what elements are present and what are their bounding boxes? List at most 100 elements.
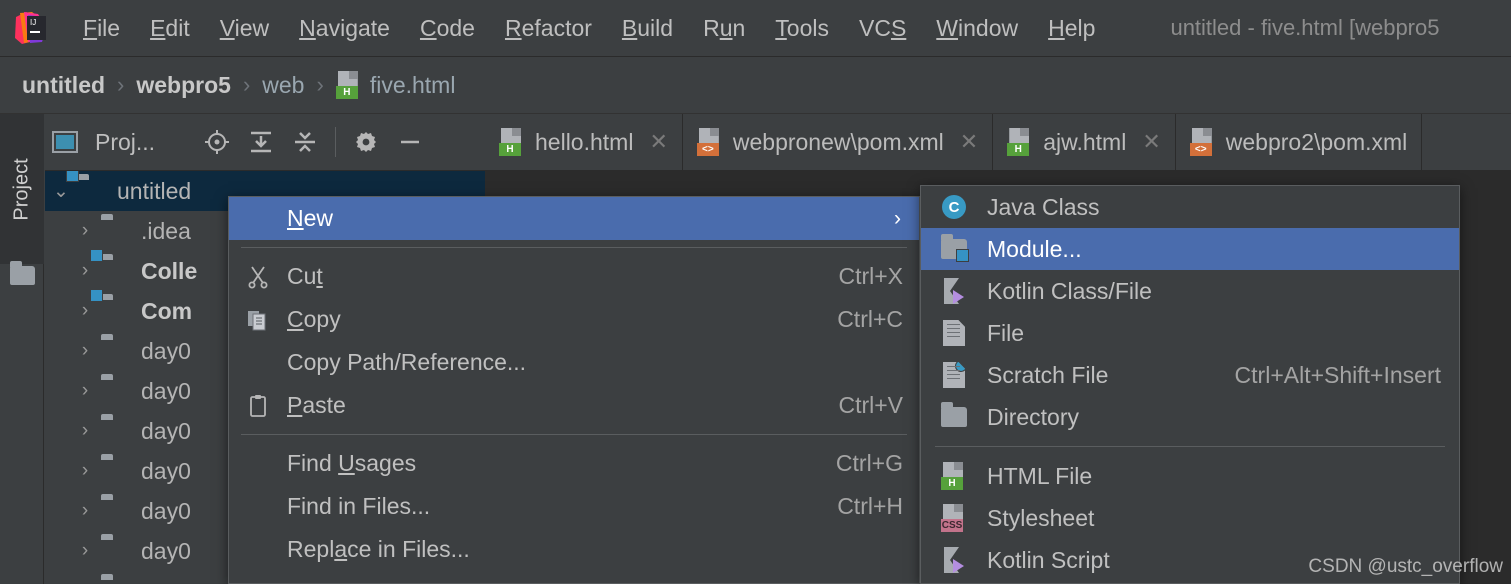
- context-menu-item-label: Find in Files...: [287, 493, 431, 519]
- menu-build[interactable]: Build: [607, 0, 688, 57]
- menu-divider: [241, 434, 907, 435]
- editor-tab-webpro2-pom-xml[interactable]: <> webpro2\pom.xml: [1176, 114, 1423, 170]
- tree-item-label: day0: [141, 337, 191, 364]
- chevron-right-icon[interactable]: ›: [69, 420, 101, 442]
- folder-icon: [101, 219, 131, 243]
- editor-tab-label: ajw.html: [1043, 128, 1127, 155]
- submenu-item-kotlin-class-file[interactable]: Kotlin Class/File: [921, 270, 1459, 312]
- chevron-right-icon[interactable]: ›: [69, 460, 101, 482]
- tree-item-label: day0: [141, 497, 191, 524]
- submenu-item-file[interactable]: File: [921, 312, 1459, 354]
- svg-text:IJ: IJ: [30, 18, 36, 27]
- menu-navigate[interactable]: Navigate: [284, 0, 405, 57]
- menu-view[interactable]: View: [205, 0, 284, 57]
- context-menu-item-cut[interactable]: Cut Ctrl+X: [229, 255, 919, 298]
- context-menu-item-paste[interactable]: Paste Ctrl+V: [229, 384, 919, 427]
- tree-item-label: day0: [141, 377, 191, 404]
- menu-help[interactable]: Help: [1033, 0, 1110, 57]
- xml-file-icon: <>: [696, 128, 723, 156]
- submenu-item-stylesheet[interactable]: CSS Stylesheet: [921, 497, 1459, 539]
- chevron-right-icon[interactable]: ›: [69, 540, 101, 562]
- tree-item-label: Colle: [141, 257, 198, 284]
- folder-icon: [101, 499, 131, 523]
- menu-divider: [241, 247, 907, 248]
- context-menu-item-find-usages[interactable]: Find Usages Ctrl+G: [229, 442, 919, 485]
- chevron-down-icon[interactable]: ⌄: [45, 180, 77, 203]
- watermark: CSDN @ustc_overflow: [1308, 556, 1503, 577]
- context-menu-item-replace-in-files[interactable]: Replace in Files...: [229, 528, 919, 571]
- editor-tab-hello-html[interactable]: H hello.html ✕: [485, 114, 683, 170]
- menu-file[interactable]: File: [68, 0, 135, 57]
- chevron-right-icon[interactable]: ›: [69, 300, 101, 322]
- folder-icon: [101, 339, 131, 363]
- html-file-icon: H: [921, 462, 987, 490]
- context-menu-item-find-in-files[interactable]: Find in Files... Ctrl+H: [229, 485, 919, 528]
- folder-icon: [921, 402, 987, 427]
- tree-item-label: day0: [141, 537, 191, 564]
- tree-item-label: Com: [141, 297, 193, 324]
- folder-icon[interactable]: [10, 261, 35, 286]
- submenu-item-label: Kotlin Class/File: [987, 277, 1152, 304]
- tree-item-label: day0: [141, 417, 191, 444]
- tree-item-label: untitled: [117, 177, 192, 204]
- css-file-icon: CSS: [921, 504, 987, 532]
- expand-all-icon[interactable]: [239, 120, 283, 164]
- submenu-item-scratch-file[interactable]: Scratch File Ctrl+Alt+Shift+Insert: [921, 354, 1459, 396]
- menu-refactor[interactable]: Refactor: [490, 0, 607, 57]
- tool-window-strip: Project: [0, 114, 44, 584]
- shortcut-label: Ctrl+V: [838, 392, 903, 418]
- module-folder-icon: [921, 234, 987, 262]
- close-icon[interactable]: ✕: [960, 129, 978, 155]
- breadcrumb-item-five-html[interactable]: five.html: [370, 72, 456, 99]
- menu-run[interactable]: Run: [688, 0, 760, 57]
- tool-tab-project[interactable]: Project: [0, 114, 44, 264]
- project-view-icon[interactable]: [45, 120, 85, 164]
- menu-edit[interactable]: Edit: [135, 0, 205, 57]
- chevron-right-icon[interactable]: ›: [69, 500, 101, 522]
- context-menu-item-copy[interactable]: Copy Ctrl+C: [229, 298, 919, 341]
- breadcrumb-item-untitled[interactable]: untitled: [22, 72, 105, 99]
- folder-icon: [101, 539, 131, 563]
- breadcrumb-item-web[interactable]: web: [262, 72, 304, 99]
- hide-panel-icon[interactable]: [388, 120, 432, 164]
- html-file-icon: H: [1007, 128, 1033, 156]
- locate-icon[interactable]: [195, 120, 239, 164]
- context-menu-item-analyze[interactable]: Analyze ›: [229, 571, 919, 584]
- editor-tab-label: webpro2\pom.xml: [1225, 128, 1408, 155]
- project-dropdown-label[interactable]: Proj...: [95, 129, 155, 156]
- context-menu-item-copy-path-reference[interactable]: Copy Path/Reference...: [229, 341, 919, 384]
- submenu-item-html-file[interactable]: H HTML File: [921, 455, 1459, 497]
- close-icon[interactable]: ✕: [1142, 129, 1160, 155]
- submenu-item-label: Scratch File: [987, 361, 1109, 388]
- chevron-right-icon[interactable]: ›: [69, 260, 101, 282]
- menu-tools[interactable]: Tools: [760, 0, 844, 57]
- menu-divider: [935, 446, 1445, 447]
- menu-code[interactable]: Code: [405, 0, 490, 57]
- settings-gear-icon[interactable]: [344, 120, 388, 164]
- chevron-right-icon: ›: [894, 581, 919, 584]
- editor-tab-webpronew-pom-xml[interactable]: <> webpronew\pom.xml ✕: [683, 114, 994, 170]
- breadcrumb-separator-icon: ›: [316, 72, 324, 97]
- kotlin-class-icon: [921, 278, 987, 304]
- context-menu[interactable]: NNewew › Cut Ctrl+X Copy Ctrl+C Copy Pat…: [228, 196, 920, 584]
- close-icon[interactable]: ✕: [649, 129, 667, 155]
- collapse-all-icon[interactable]: [283, 120, 327, 164]
- paste-clipboard-icon: [229, 394, 287, 418]
- menu-vcs[interactable]: VCS: [844, 0, 921, 57]
- new-submenu[interactable]: C Java Class Module... Kotlin Class/File…: [920, 185, 1460, 584]
- menu-window[interactable]: Window: [921, 0, 1033, 57]
- context-menu-item-new[interactable]: NNewew ›: [229, 197, 919, 240]
- chevron-right-icon[interactable]: ›: [69, 380, 101, 402]
- breadcrumb-item-webpro5[interactable]: webpro5: [136, 72, 231, 99]
- chevron-right-icon[interactable]: ›: [69, 580, 101, 584]
- kotlin-script-icon: [921, 547, 987, 573]
- editor-tab-ajw-html[interactable]: H ajw.html ✕: [993, 114, 1176, 170]
- project-panel-header: Proj...: [45, 114, 485, 171]
- submenu-item-java-class[interactable]: C Java Class: [921, 186, 1459, 228]
- chevron-right-icon[interactable]: ›: [69, 340, 101, 362]
- chevron-right-icon[interactable]: ›: [69, 220, 101, 242]
- copy-icon: [229, 308, 287, 332]
- submenu-item-module[interactable]: Module...: [921, 228, 1459, 270]
- submenu-item-directory[interactable]: Directory: [921, 396, 1459, 438]
- menu-bar: IJ File Edit View Navigate Code Refactor…: [0, 0, 1511, 57]
